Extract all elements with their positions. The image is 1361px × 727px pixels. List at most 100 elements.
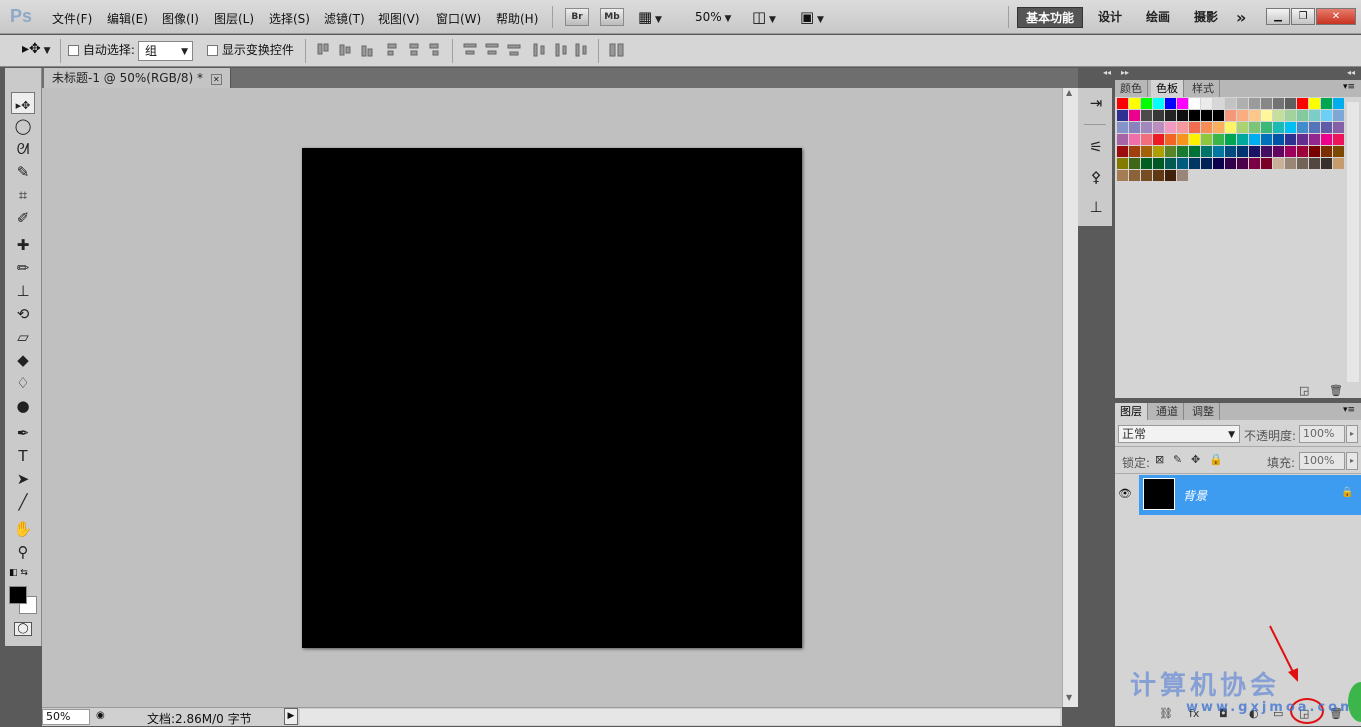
tab-color[interactable]: 颜色 [1115, 80, 1148, 97]
history-brush-tool[interactable]: ⟲ [11, 303, 35, 325]
color-swatch[interactable] [1333, 134, 1344, 145]
color-swatch[interactable] [1273, 110, 1284, 121]
lock-all-icon[interactable]: 🔒 [1209, 453, 1223, 466]
color-swatch[interactable] [1261, 110, 1272, 121]
swap-colors-icon[interactable]: ⇆ [20, 568, 28, 578]
color-swatch[interactable] [1213, 98, 1224, 109]
auto-align-icon[interactable] [608, 42, 626, 58]
marquee-tool[interactable]: ◯ [11, 115, 35, 137]
color-swatch[interactable] [1237, 146, 1248, 157]
color-swatch[interactable] [1249, 158, 1260, 169]
color-swatch[interactable] [1201, 158, 1212, 169]
tab-channels[interactable]: 通道 [1151, 403, 1184, 420]
color-swatch[interactable] [1177, 170, 1188, 181]
color-swatch[interactable] [1201, 98, 1212, 109]
color-swatch[interactable] [1333, 158, 1344, 169]
quick-select-tool[interactable]: ✎ [11, 161, 35, 183]
color-swatch[interactable] [1321, 110, 1332, 121]
default-colors-control[interactable]: ◧ ⇆ [9, 568, 37, 580]
menu-select[interactable]: 选择(S) [269, 10, 310, 27]
color-swatch[interactable] [1309, 110, 1320, 121]
color-swatch[interactable] [1237, 158, 1248, 169]
eyedropper-tool[interactable]: ✐ [11, 207, 35, 229]
color-swatch[interactable] [1153, 170, 1164, 181]
restore-button[interactable]: ❐ [1291, 8, 1315, 25]
tab-swatches[interactable]: 色板 [1151, 80, 1184, 97]
color-swatch[interactable] [1153, 146, 1164, 157]
stamp-tool[interactable]: ⊥ [11, 280, 35, 302]
color-swatch[interactable] [1117, 158, 1128, 169]
history-panel-icon[interactable]: ⇥ [1086, 94, 1106, 114]
swatch-scrollbar[interactable] [1347, 102, 1359, 382]
color-swatch[interactable] [1285, 158, 1296, 169]
color-swatch[interactable] [1261, 158, 1272, 169]
color-swatch[interactable] [1141, 98, 1152, 109]
color-swatch[interactable] [1321, 158, 1332, 169]
color-swatch[interactable] [1129, 170, 1140, 181]
auto-select-option[interactable]: 自动选择: [68, 41, 135, 58]
color-swatch[interactable] [1237, 122, 1248, 133]
color-swatch[interactable] [1153, 122, 1164, 133]
panel-expand-icon[interactable]: ▸▸ [1121, 68, 1129, 77]
workspace-more-button[interactable]: » [1228, 7, 1254, 28]
color-swatch[interactable] [1141, 134, 1152, 145]
blur-tool[interactable]: ♢ [11, 372, 35, 394]
color-swatch[interactable] [1333, 98, 1344, 109]
color-swatch[interactable] [1285, 134, 1296, 145]
new-swatch-icon[interactable]: ◲ [1299, 384, 1309, 397]
auto-select-checkbox[interactable] [68, 45, 79, 56]
color-swatch[interactable] [1237, 110, 1248, 121]
color-swatch[interactable] [1225, 158, 1236, 169]
tool-presets-icon[interactable]: ⊥ [1086, 198, 1106, 218]
color-swatch[interactable] [1141, 170, 1152, 181]
color-swatch[interactable] [1165, 122, 1176, 133]
color-swatch[interactable] [1189, 98, 1200, 109]
zoom-dropdown[interactable]: 50% ▼ [695, 10, 731, 24]
color-swatch[interactable] [1285, 122, 1296, 133]
color-swatch[interactable] [1333, 122, 1344, 133]
brush-panel-icon[interactable]: ⚟ [1086, 138, 1106, 158]
clone-source-icon[interactable]: ⚴ [1086, 168, 1106, 188]
color-swatch[interactable] [1333, 110, 1344, 121]
color-swatch[interactable] [1273, 98, 1284, 109]
color-swatch[interactable] [1261, 134, 1272, 145]
color-swatch[interactable] [1141, 146, 1152, 157]
color-swatch[interactable] [1237, 134, 1248, 145]
menu-filter[interactable]: 滤镜(T) [324, 10, 365, 27]
color-swatch[interactable] [1189, 134, 1200, 145]
color-swatch[interactable] [1213, 110, 1224, 121]
color-swatch[interactable] [1249, 134, 1260, 145]
scroll-down-icon[interactable]: ▼ [1066, 693, 1072, 702]
zoom-level-field[interactable]: 50% [42, 709, 90, 725]
horizontal-scrollbar[interactable] [300, 709, 1060, 725]
color-swatch[interactable] [1297, 122, 1308, 133]
color-swatch[interactable] [1165, 110, 1176, 121]
color-swatch[interactable] [1129, 122, 1140, 133]
menu-layer[interactable]: 图层(L) [214, 10, 254, 27]
tab-styles[interactable]: 样式 [1187, 80, 1220, 97]
screen-mode-dropdown[interactable]: ▣ ▼ [800, 8, 840, 26]
auto-select-target-dropdown[interactable]: 组 ▼ [138, 41, 193, 61]
lasso-tool[interactable]: ᘛ [11, 138, 35, 160]
color-swatch[interactable] [1237, 98, 1248, 109]
color-swatch[interactable] [1297, 134, 1308, 145]
color-swatch[interactable] [1309, 146, 1320, 157]
color-swatch[interactable] [1261, 98, 1272, 109]
color-swatch[interactable] [1333, 146, 1344, 157]
color-swatch[interactable] [1141, 122, 1152, 133]
menu-help[interactable]: 帮助(H) [496, 10, 538, 27]
color-swatch[interactable] [1189, 146, 1200, 157]
opacity-field[interactable]: 100% [1299, 425, 1345, 443]
workspace-design[interactable]: 设计 [1090, 7, 1130, 28]
color-swatch[interactable] [1153, 134, 1164, 145]
color-swatch[interactable] [1141, 110, 1152, 121]
layer-row-background[interactable]: 背景 🔒 [1139, 475, 1361, 515]
panel-collapse-icon[interactable]: ◂◂ [1347, 68, 1355, 77]
status-menu-arrow-icon[interactable]: ▶ [284, 708, 298, 725]
color-swatch[interactable] [1273, 134, 1284, 145]
color-swatch[interactable] [1165, 158, 1176, 169]
hand-tool[interactable]: ✋ [11, 518, 35, 540]
color-swatch[interactable] [1165, 134, 1176, 145]
color-swatch[interactable] [1273, 146, 1284, 157]
color-swatch[interactable] [1177, 110, 1188, 121]
